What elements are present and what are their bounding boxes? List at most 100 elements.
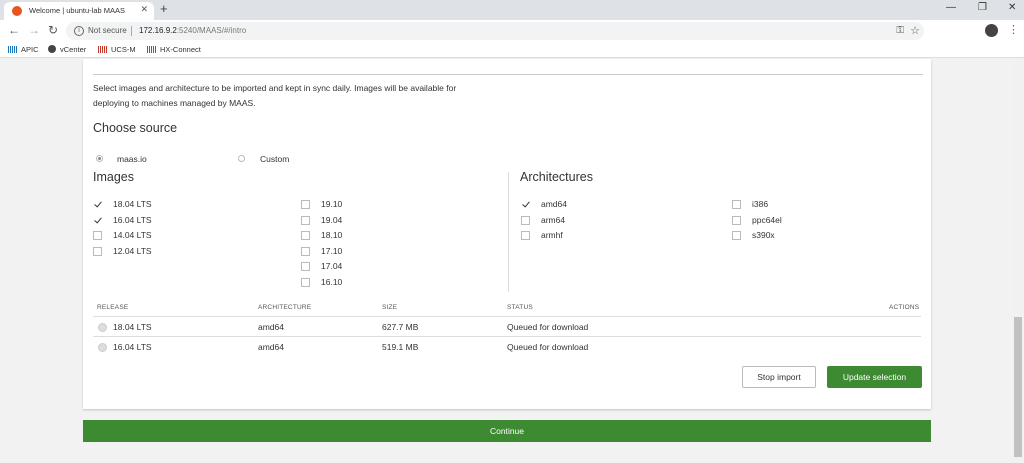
cell-size: 627.7 MB (382, 322, 419, 332)
card-divider (93, 74, 923, 75)
new-tab-button[interactable]: + (160, 2, 168, 16)
back-arrow-icon[interactable]: ← (8, 24, 20, 36)
image-label: 12.04 LTS (113, 245, 152, 256)
continue-button[interactable]: Continue (83, 420, 931, 442)
architectures-heading: Architectures (520, 170, 593, 184)
source-label-maas-io: maas.io (117, 154, 147, 164)
bookmark-apic[interactable]: APIC (8, 45, 39, 54)
reload-icon[interactable]: ↻ (48, 24, 58, 36)
cell-status: Queued for download (507, 342, 589, 352)
not-secure-label: Not secure (88, 26, 127, 35)
image-label: 14.04 LTS (113, 230, 152, 240)
url-path: :5240/MAAS/#/intro (176, 26, 247, 35)
image-checkbox[interactable] (301, 262, 310, 271)
images-heading: Images (93, 170, 134, 184)
cell-status: Queued for download (507, 322, 589, 332)
info-icon[interactable]: i (74, 26, 84, 36)
browser-toolbar: ← → ↻ i Not secure 172.16.9.2:5240/MAAS/… (0, 20, 1024, 42)
omnibox-divider (131, 26, 132, 36)
cisco-icon (98, 46, 107, 53)
image-label: 18.10 (321, 230, 343, 240)
image-checkbox[interactable] (301, 200, 310, 209)
page-scrollbar[interactable] (1012, 59, 1024, 463)
bookmark-vcenter[interactable]: vCenter (48, 45, 86, 54)
cell-size: 519.1 MB (382, 342, 419, 352)
row-select-radio[interactable] (98, 323, 107, 332)
cell-release: 16.04 LTS (113, 342, 152, 352)
bookmark-star-icon[interactable]: ☆ (910, 24, 920, 37)
image-checkbox[interactable] (93, 231, 102, 240)
section-divider (508, 172, 509, 292)
bookmark-label: UCS-M (111, 45, 136, 54)
arch-label: ppc64el (752, 214, 782, 225)
image-checkbox[interactable] (93, 246, 102, 256)
arch-label: armhf (541, 230, 563, 240)
arch-checkbox[interactable] (732, 231, 741, 240)
row-select-radio[interactable] (98, 343, 107, 352)
arch-checkbox[interactable] (732, 215, 741, 225)
cell-architecture: amd64 (258, 342, 284, 352)
bookmark-ucs-m[interactable]: UCS-M (98, 45, 136, 54)
restore-button[interactable]: ❐ (978, 2, 987, 13)
col-header-architecture: ARCHITECTURE (258, 304, 312, 311)
image-label: 19.04 (321, 214, 343, 225)
cell-release: 18.04 LTS (113, 322, 152, 332)
choose-source-heading: Choose source (93, 121, 178, 135)
arch-checkbox[interactable] (521, 215, 530, 225)
arch-checkbox[interactable] (521, 231, 530, 240)
bookmark-label: APIC (21, 45, 39, 54)
intro-description: Select images and architecture to be imp… (93, 83, 457, 108)
image-label: 18.04 LTS (113, 199, 152, 209)
profile-avatar-icon[interactable] (985, 24, 998, 37)
image-label: 16.04 LTS (113, 214, 152, 225)
close-window-button[interactable]: ✕ (1008, 2, 1016, 13)
forward-arrow-icon[interactable]: → (28, 24, 40, 36)
arch-label: amd64 (541, 199, 567, 209)
bookmark-label: vCenter (60, 45, 87, 54)
image-label: 17.04 (321, 261, 343, 271)
source-radio-custom[interactable] (238, 155, 245, 162)
minimize-button[interactable]: — (946, 2, 956, 13)
browser-tab[interactable]: Welcome | ubuntu-lab MAAS ✕ (4, 2, 154, 20)
update-selection-button[interactable]: Update selection (827, 366, 922, 388)
cisco-icon (8, 46, 17, 53)
ubuntu-favicon-icon (12, 6, 22, 16)
tab-close-icon[interactable]: ✕ (140, 4, 148, 15)
scrollbar-thumb[interactable] (1014, 317, 1022, 457)
table-row-divider (93, 336, 921, 337)
bookmark-label: HX-Connect (160, 45, 201, 54)
key-icon[interactable]: ⚿ (896, 25, 904, 36)
arch-checkbox[interactable] (521, 200, 530, 209)
image-label: 17.10 (321, 245, 343, 256)
image-checkbox[interactable] (301, 277, 310, 287)
source-radio-maas-io[interactable] (96, 155, 103, 162)
image-checkbox[interactable] (301, 231, 310, 240)
url-text[interactable]: 172.16.9.2:5240/MAAS/#/intro (139, 26, 246, 35)
table-header-divider (93, 316, 921, 317)
source-label-custom: Custom (260, 154, 290, 164)
browser-menu-icon[interactable]: ⋮ (1008, 23, 1019, 36)
bookmark-hx-connect[interactable]: HX-Connect (147, 45, 201, 54)
col-header-actions: ACTIONS (889, 304, 920, 311)
cell-architecture: amd64 (258, 322, 284, 332)
col-header-size: SIZE (382, 304, 398, 311)
image-checkbox[interactable] (301, 215, 310, 225)
image-checkbox[interactable] (93, 200, 102, 209)
stop-import-button[interactable]: Stop import (742, 366, 816, 388)
browser-tab-bar: Welcome | ubuntu-lab MAAS ✕ + — ❐ ✕ (0, 0, 1024, 20)
image-checkbox[interactable] (301, 246, 310, 256)
tab-title: Welcome | ubuntu-lab MAAS (29, 6, 126, 15)
arch-checkbox[interactable] (732, 200, 741, 209)
arch-label: s390x (752, 230, 775, 240)
cisco-icon (147, 46, 156, 53)
bookmarks-bar: APIC vCenter UCS-M HX-Connect (0, 42, 1024, 58)
col-header-release: RELEASE (97, 304, 129, 311)
col-header-status: STATUS (507, 304, 533, 311)
arch-label: arm64 (541, 214, 566, 225)
url-host: 172.16.9.2 (139, 26, 177, 35)
address-bar[interactable]: i Not secure 172.16.9.2:5240/MAAS/#/intr… (66, 22, 924, 40)
image-label: 19.10 (321, 199, 343, 209)
image-checkbox[interactable] (93, 215, 102, 225)
image-label: 16.10 (321, 276, 343, 287)
globe-icon (48, 45, 56, 53)
